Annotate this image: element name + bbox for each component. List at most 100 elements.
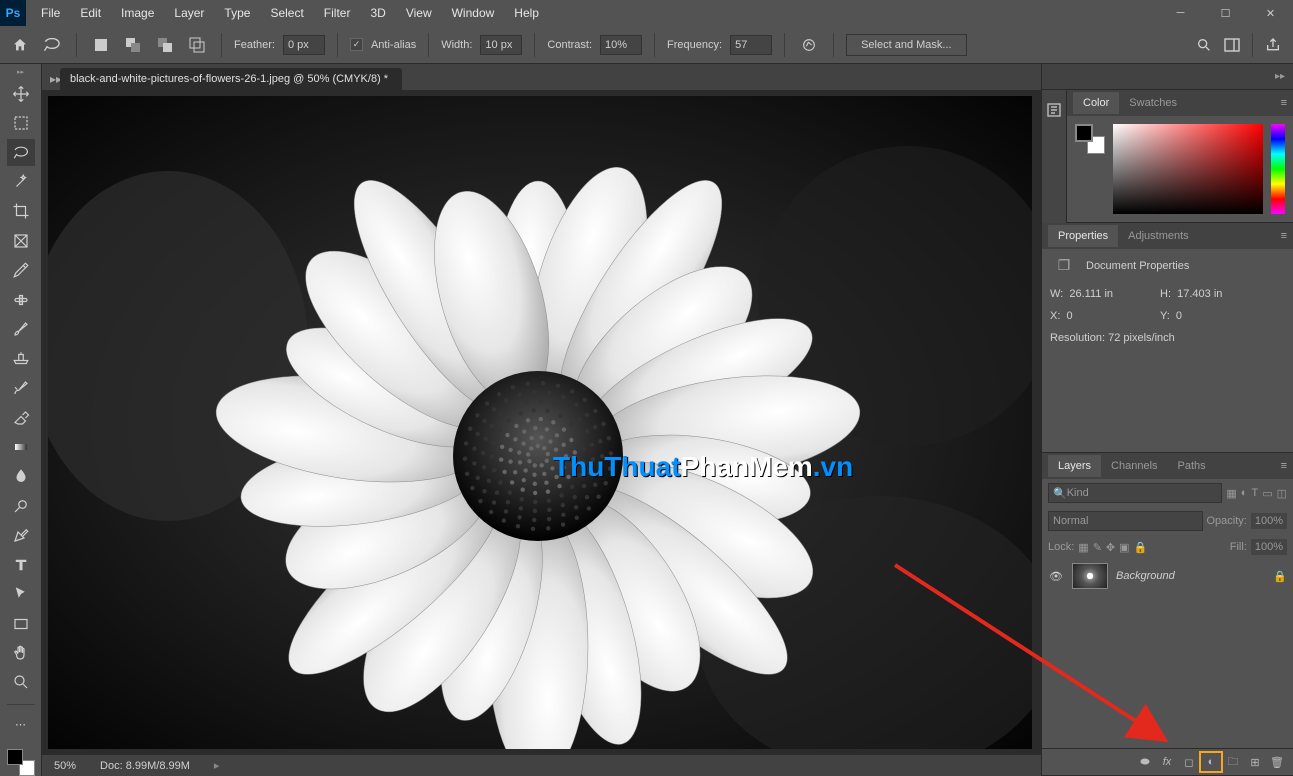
menu-help[interactable]: Help bbox=[505, 1, 548, 25]
color-swatch[interactable] bbox=[7, 749, 35, 776]
select-and-mask-button[interactable]: Select and Mask... bbox=[846, 34, 967, 56]
link-layers-icon[interactable]: ⬬ bbox=[1135, 753, 1155, 771]
canvas-area[interactable]: ThuThuatPhanMem.vn bbox=[42, 90, 1041, 754]
opacity-value[interactable]: 100% bbox=[1251, 513, 1287, 529]
tab-properties[interactable]: Properties bbox=[1048, 225, 1118, 247]
subtract-selection-icon[interactable] bbox=[153, 33, 177, 57]
home-icon[interactable] bbox=[8, 33, 32, 57]
lock-all-icon[interactable]: 🔒 bbox=[1134, 541, 1148, 554]
antialias-checkbox[interactable]: ✓ bbox=[350, 38, 363, 51]
path-selection-tool[interactable] bbox=[7, 580, 35, 607]
maximize-button[interactable]: ☐ bbox=[1203, 0, 1248, 26]
layer-style-icon[interactable]: fx bbox=[1157, 753, 1177, 771]
contrast-input[interactable] bbox=[600, 35, 642, 55]
panel-menu-icon[interactable]: ≡ bbox=[1281, 230, 1287, 242]
canvas-image[interactable]: ThuThuatPhanMem.vn bbox=[48, 96, 1032, 749]
eraser-tool[interactable] bbox=[7, 404, 35, 431]
feather-input[interactable] bbox=[283, 35, 325, 55]
adjustment-layer-icon[interactable]: ◐ bbox=[1201, 753, 1221, 771]
menu-layer[interactable]: Layer bbox=[165, 1, 213, 25]
tab-adjustments[interactable]: Adjustments bbox=[1118, 225, 1199, 247]
brush-tool[interactable] bbox=[7, 316, 35, 343]
width-input[interactable] bbox=[480, 35, 522, 55]
pen-tool[interactable] bbox=[7, 522, 35, 549]
add-selection-icon[interactable] bbox=[121, 33, 145, 57]
marquee-tool[interactable] bbox=[7, 109, 35, 136]
filter-pixel-icon[interactable]: ▦ bbox=[1226, 487, 1236, 500]
collapse-panels-icon[interactable]: ▸▸ bbox=[1275, 71, 1285, 82]
new-group-icon[interactable]: 🗀 bbox=[1223, 753, 1243, 771]
tab-color[interactable]: Color bbox=[1073, 92, 1119, 114]
blend-mode-select[interactable]: Normal bbox=[1048, 511, 1203, 531]
search-icon[interactable] bbox=[1192, 33, 1216, 57]
layer-filter-kind[interactable]: 🔍 Kind bbox=[1048, 483, 1222, 503]
workspace-icon[interactable] bbox=[1220, 33, 1244, 57]
layer-row-background[interactable]: 👁 Background 🔒 bbox=[1042, 559, 1293, 593]
filter-shape-icon[interactable]: ▭ bbox=[1262, 487, 1272, 500]
hand-tool[interactable] bbox=[7, 639, 35, 666]
tab-layers[interactable]: Layers bbox=[1048, 455, 1101, 477]
dodge-tool[interactable] bbox=[7, 492, 35, 519]
new-layer-icon[interactable]: ⊞ bbox=[1245, 753, 1265, 771]
healing-brush-tool[interactable] bbox=[7, 286, 35, 313]
frame-tool[interactable] bbox=[7, 227, 35, 254]
menu-select[interactable]: Select bbox=[261, 1, 312, 25]
blur-tool[interactable] bbox=[7, 463, 35, 490]
close-button[interactable]: ✕ bbox=[1248, 0, 1293, 26]
menu-3d[interactable]: 3D bbox=[361, 1, 394, 25]
crop-tool[interactable] bbox=[7, 198, 35, 225]
pen-pressure-icon[interactable] bbox=[797, 33, 821, 57]
rectangle-tool[interactable] bbox=[7, 610, 35, 637]
menu-type[interactable]: Type bbox=[215, 1, 259, 25]
tab-paths[interactable]: Paths bbox=[1168, 455, 1216, 477]
move-tool[interactable] bbox=[7, 80, 35, 107]
tools-panel: ▸▸ ⋯ bbox=[0, 64, 42, 776]
lock-position-icon[interactable]: ✥ bbox=[1106, 541, 1115, 554]
tab-swatches[interactable]: Swatches bbox=[1119, 92, 1187, 114]
frequency-input[interactable] bbox=[730, 35, 772, 55]
panel-menu-icon[interactable]: ≡ bbox=[1281, 460, 1287, 472]
filter-smart-icon[interactable]: ◫ bbox=[1277, 487, 1287, 500]
magic-wand-tool[interactable] bbox=[7, 168, 35, 195]
saturation-picker[interactable] bbox=[1113, 124, 1263, 214]
minimize-button[interactable]: ─ bbox=[1158, 0, 1203, 26]
lock-brush-icon[interactable]: ✎ bbox=[1093, 541, 1102, 554]
share-icon[interactable] bbox=[1261, 33, 1285, 57]
visibility-icon[interactable]: 👁 bbox=[1048, 570, 1064, 583]
filter-adjust-icon[interactable]: ◐ bbox=[1241, 487, 1248, 499]
tab-channels[interactable]: Channels bbox=[1101, 455, 1167, 477]
layer-thumbnail[interactable] bbox=[1072, 563, 1108, 589]
zoom-tool[interactable] bbox=[7, 669, 35, 696]
delete-layer-icon[interactable]: 🗑 bbox=[1267, 753, 1287, 771]
clone-stamp-tool[interactable] bbox=[7, 345, 35, 372]
new-selection-icon[interactable] bbox=[89, 33, 113, 57]
fg-bg-swatch[interactable] bbox=[1075, 124, 1105, 154]
layer-mask-icon[interactable]: ◻ bbox=[1179, 753, 1199, 771]
menu-window[interactable]: Window bbox=[443, 1, 504, 25]
menu-filter[interactable]: Filter bbox=[315, 1, 360, 25]
eyedropper-tool[interactable] bbox=[7, 257, 35, 284]
filter-type-icon[interactable]: T bbox=[1251, 487, 1258, 499]
fill-value[interactable]: 100% bbox=[1251, 539, 1287, 555]
type-tool[interactable] bbox=[7, 551, 35, 578]
opacity-label: Opacity: bbox=[1207, 515, 1247, 527]
document-tab[interactable]: black-and-white-pictures-of-flowers-26-1… bbox=[60, 68, 402, 90]
color-panel: Color Swatches ≡ bbox=[1067, 90, 1293, 223]
hue-slider[interactable] bbox=[1271, 124, 1285, 214]
lock-pixels-icon[interactable]: ▦ bbox=[1078, 541, 1088, 554]
gradient-tool[interactable] bbox=[7, 433, 35, 460]
contrast-label: Contrast: bbox=[547, 39, 592, 51]
menu-image[interactable]: Image bbox=[112, 1, 163, 25]
menu-view[interactable]: View bbox=[397, 1, 441, 25]
menu-file[interactable]: File bbox=[32, 1, 69, 25]
edit-toolbar-icon[interactable]: ⋯ bbox=[7, 711, 35, 738]
panel-menu-icon[interactable]: ≡ bbox=[1281, 97, 1287, 109]
intersect-selection-icon[interactable] bbox=[185, 33, 209, 57]
lock-artboard-icon[interactable]: ▣ bbox=[1119, 541, 1129, 554]
lasso-tool-icon[interactable] bbox=[40, 33, 64, 57]
history-panel-icon[interactable] bbox=[1042, 98, 1066, 122]
lasso-tool[interactable] bbox=[7, 139, 35, 166]
zoom-level[interactable]: 50% bbox=[54, 760, 76, 772]
menu-edit[interactable]: Edit bbox=[71, 1, 110, 25]
history-brush-tool[interactable] bbox=[7, 374, 35, 401]
